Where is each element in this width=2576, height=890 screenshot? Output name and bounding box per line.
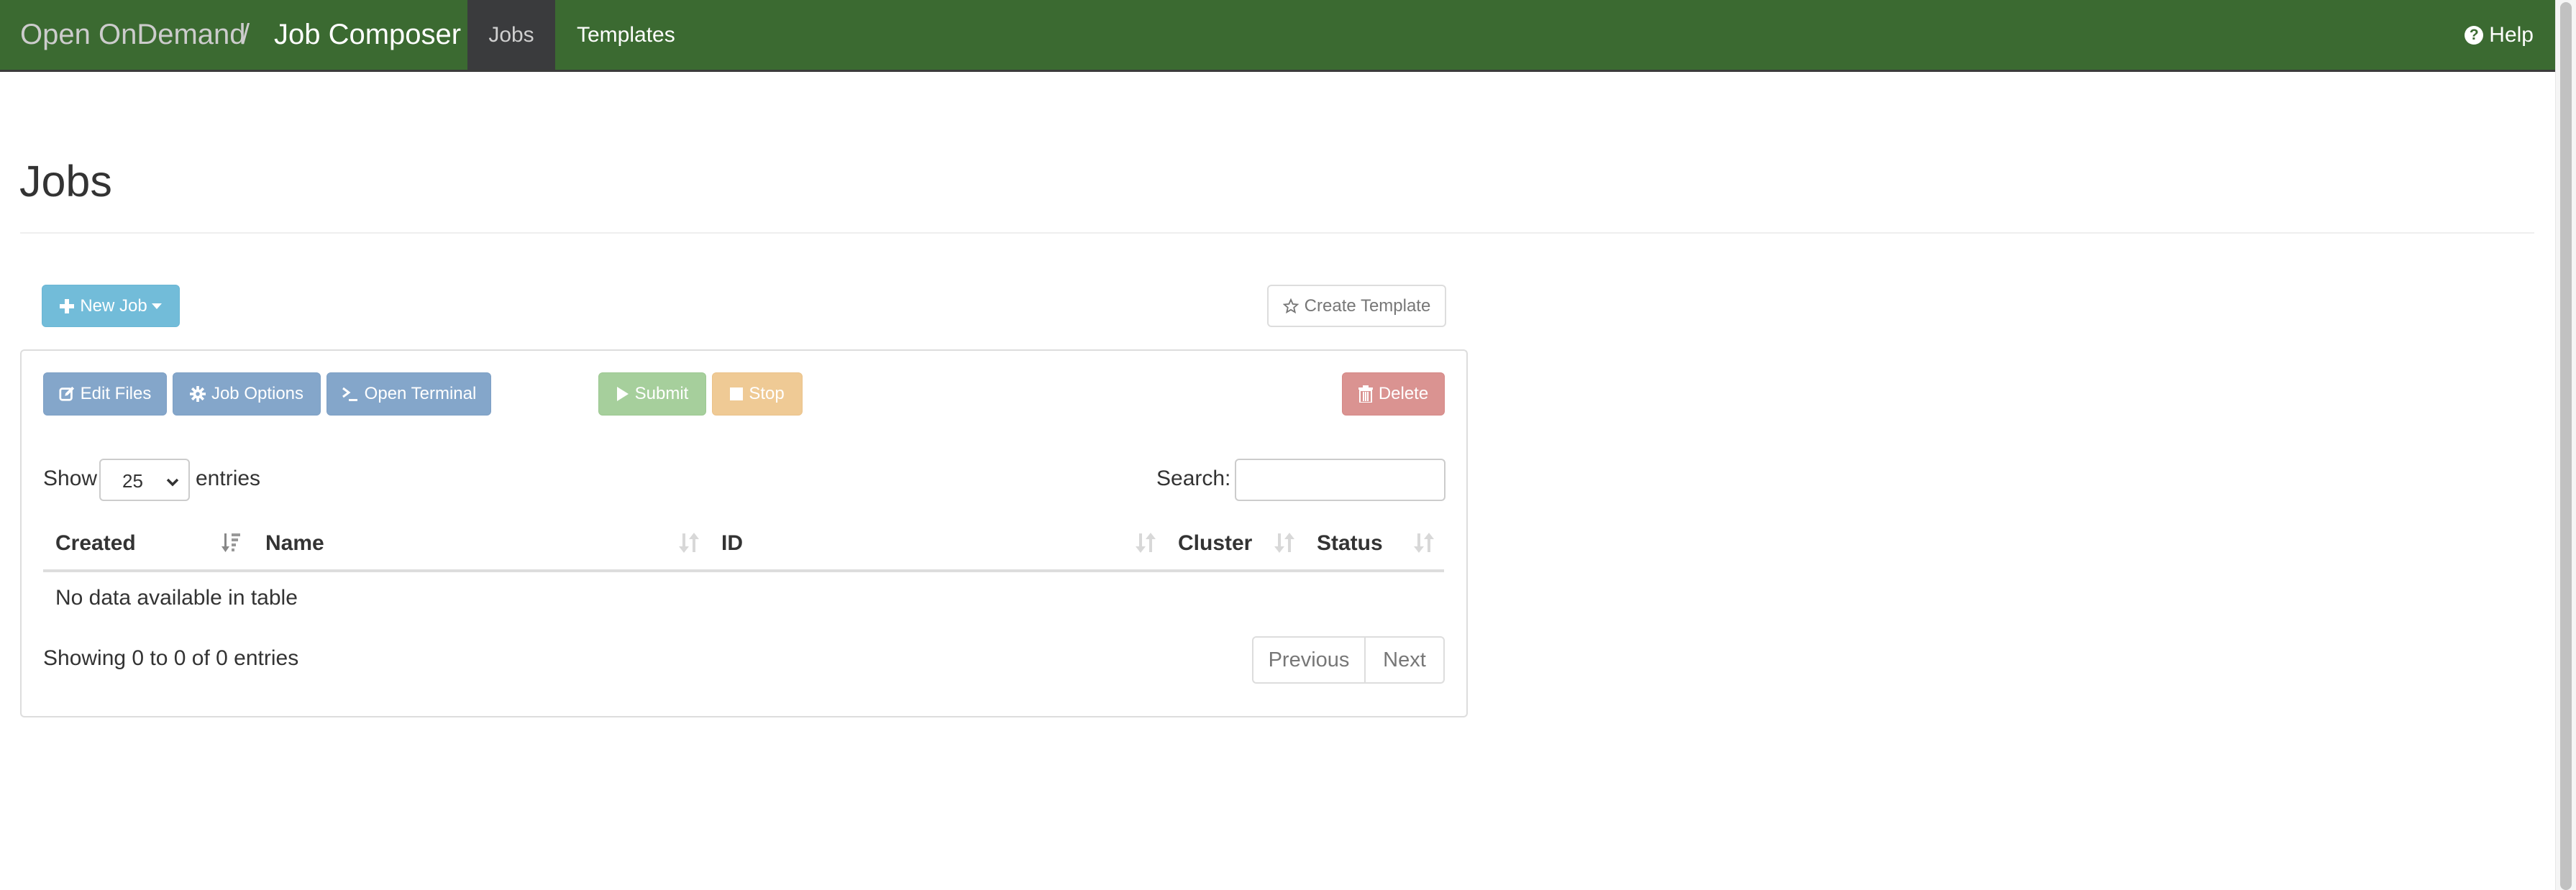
new-job-label: New Job (80, 295, 147, 316)
question-circle-icon: ? (2465, 26, 2484, 45)
breadcrumb-separator: / (242, 19, 250, 50)
caret-down-icon (151, 303, 162, 309)
chevron-down-icon (165, 472, 180, 494)
page: Open OnDemand / Job Composer Jobs Templa… (0, 0, 2555, 890)
column-header-status[interactable]: Status (1305, 531, 1444, 569)
open-terminal-button[interactable]: Open Terminal (326, 372, 491, 416)
help-link[interactable]: ? Help (2465, 0, 2534, 70)
sort-both-icon (1136, 532, 1156, 560)
gear-icon (189, 386, 206, 402)
column-header-created[interactable]: Created (43, 531, 253, 569)
column-header-cluster[interactable]: Cluster (1166, 531, 1305, 569)
table-info: Showing 0 to 0 of 0 entries (43, 646, 299, 670)
sort-both-icon (1414, 532, 1434, 560)
help-label: Help (2489, 23, 2534, 47)
column-label: Cluster (1178, 531, 1253, 555)
search-input[interactable] (1235, 459, 1445, 501)
column-label: Created (55, 531, 136, 555)
job-options-label: Job Options (211, 384, 304, 403)
play-icon (616, 386, 629, 402)
entries-label: entries (196, 467, 261, 490)
entries-per-page-value: 25 (122, 470, 143, 492)
trash-icon (1358, 385, 1373, 403)
next-page-button[interactable]: Next (1366, 638, 1443, 682)
scrollbar-thumb[interactable] (2560, 2, 2572, 890)
terminal-icon (342, 386, 359, 402)
stop-label: Stop (749, 384, 785, 403)
table-empty-message: No data available in table (55, 586, 298, 610)
entries-per-page-select[interactable]: 25 (99, 459, 190, 501)
create-template-button[interactable]: Create Template (1267, 285, 1446, 327)
submit-button[interactable]: Submit (598, 372, 706, 416)
job-options-button[interactable]: Job Options (173, 372, 321, 416)
column-label: Status (1317, 531, 1383, 555)
submit-label: Submit (634, 384, 689, 403)
column-label: ID (721, 531, 743, 555)
edit-files-button[interactable]: Edit Files (43, 372, 167, 416)
delete-label: Delete (1378, 384, 1429, 403)
edit-icon (59, 386, 75, 402)
app-title[interactable]: Job Composer (274, 17, 461, 52)
sort-descending-icon (221, 532, 243, 560)
edit-files-label: Edit Files (80, 384, 152, 403)
search-label: Search: (1156, 467, 1231, 490)
open-terminal-label: Open Terminal (364, 384, 477, 403)
sort-both-icon (679, 532, 699, 560)
nav-tab-templates[interactable]: Templates (555, 0, 697, 70)
pagination: Previous Next (1252, 636, 1445, 684)
column-header-name[interactable]: Name (253, 531, 709, 569)
sort-both-icon (1274, 532, 1294, 560)
stop-button[interactable]: Stop (712, 372, 803, 416)
new-job-button[interactable]: New Job (42, 285, 180, 327)
column-header-id[interactable]: ID (709, 531, 1166, 569)
create-template-label: Create Template (1304, 295, 1431, 316)
column-label: Name (265, 531, 324, 555)
vertical-scrollbar[interactable] (2555, 0, 2576, 890)
page-title: Jobs (19, 157, 112, 206)
plus-icon (60, 298, 75, 313)
delete-button[interactable]: Delete (1342, 372, 1445, 416)
navbar: Open OnDemand / Job Composer Jobs Templa… (0, 0, 2555, 72)
brand-link[interactable]: Open OnDemand (20, 17, 246, 52)
header-divider (20, 232, 2534, 234)
stop-icon (730, 387, 744, 400)
star-outline-icon (1282, 298, 1299, 314)
show-label: Show (43, 467, 98, 490)
nav-tab-jobs[interactable]: Jobs (467, 0, 555, 70)
table-header-divider (43, 569, 1444, 572)
previous-page-button[interactable]: Previous (1253, 638, 1366, 682)
